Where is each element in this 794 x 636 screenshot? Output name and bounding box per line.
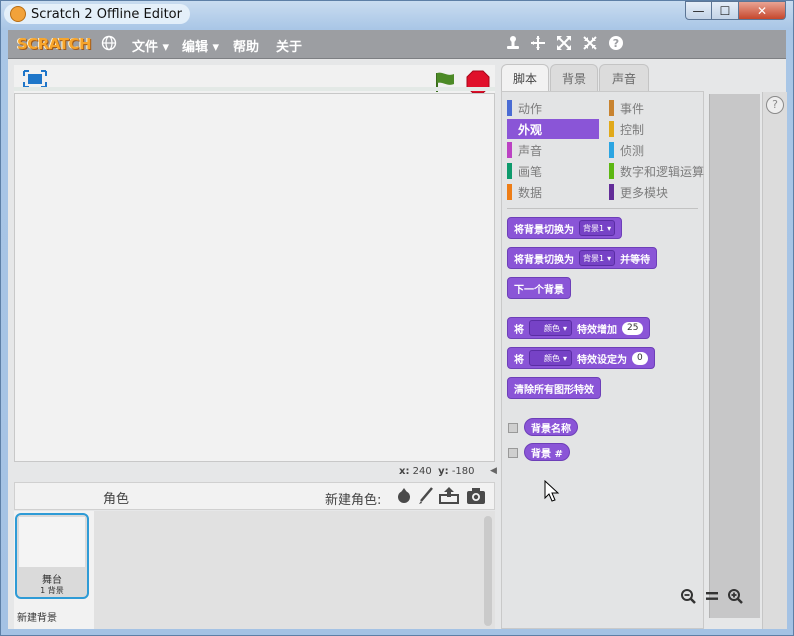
script-area[interactable] — [709, 94, 760, 618]
block-label: 下一个背景 — [514, 284, 564, 296]
sprite-list-area[interactable] — [94, 511, 495, 629]
category-sound[interactable]: 声音 — [507, 140, 599, 160]
mouse-coordinates: x: 240 y: -180 — [399, 466, 475, 477]
effect-set-input[interactable]: 0 — [632, 351, 648, 365]
menu-help[interactable]: 帮助 — [233, 36, 259, 55]
title-pill: Scratch 2 Offline Editor — [4, 4, 190, 24]
block-label: 清除所有图形特效 — [514, 384, 594, 396]
backdrop-number-checkbox[interactable] — [508, 448, 518, 458]
stage-canvas[interactable] — [14, 93, 495, 462]
block-switch-backdrop[interactable]: 将背景切换为 背景1 ▾ — [507, 217, 623, 239]
category-color-swatch — [609, 142, 614, 158]
block-label: 将 — [514, 354, 524, 366]
new-sprite-label: 新建角色: — [325, 493, 382, 508]
category-looks[interactable]: 外观 — [507, 119, 599, 139]
backdrop-dropdown[interactable]: 背景1 ▾ — [579, 220, 616, 236]
category-operators[interactable]: 数字和逻辑运算 — [609, 161, 709, 181]
stage-toolbar-divider — [14, 87, 495, 91]
maximize-button[interactable]: ☐ — [711, 1, 739, 20]
choose-sprite-icon[interactable] — [395, 487, 413, 509]
upload-sprite-icon[interactable] — [439, 486, 459, 508]
block-next-backdrop[interactable]: 下一个背景 — [507, 277, 571, 299]
paint-sprite-icon[interactable] — [417, 487, 435, 509]
globe-icon[interactable] — [100, 35, 118, 53]
menu-file[interactable]: 文件 ▾ — [132, 36, 169, 55]
palette-divider — [507, 208, 698, 209]
sprites-title: 角色 — [103, 492, 130, 507]
sprite-pane-header: 角色 新建角色: — [14, 482, 495, 510]
stage-thumbnail-image — [19, 517, 85, 567]
close-button[interactable]: ✕ — [738, 1, 786, 20]
block-label-suffix: 并等待 — [620, 254, 651, 266]
category-color-swatch — [507, 100, 512, 116]
backdrop-name-checkbox[interactable] — [508, 423, 518, 433]
block-label: 将背景切换为 — [514, 224, 574, 236]
category-color-swatch — [507, 184, 512, 200]
grow-icon[interactable] — [555, 35, 573, 53]
tab-backdrops[interactable]: 背景 — [550, 64, 598, 91]
block-label: 将 — [514, 324, 524, 336]
category-color-swatch — [609, 184, 614, 200]
block-label: 特效设定为 — [577, 354, 628, 366]
block-clear-graphic-effects[interactable]: 清除所有图形特效 — [507, 377, 601, 399]
minimize-button[interactable]: — — [685, 1, 712, 20]
category-events[interactable]: 事件 — [609, 98, 701, 118]
category-color-swatch — [609, 121, 614, 137]
scratch-logo[interactable]: SCRATCH — [17, 35, 92, 53]
zoom-out-icon[interactable] — [680, 588, 696, 604]
category-color-swatch — [507, 163, 512, 179]
effect-dropdown[interactable]: 颜色 ▾ — [529, 350, 573, 366]
stage-backdrop-count: 1 背景 — [40, 586, 64, 595]
window-title: Scratch 2 Offline Editor — [31, 6, 182, 22]
zoom-reset-icon[interactable] — [704, 588, 720, 604]
svg-text:?: ? — [613, 37, 619, 50]
shrink-icon[interactable] — [581, 35, 599, 53]
category-control[interactable]: 控制 — [609, 119, 701, 139]
script-area-edge — [762, 92, 787, 629]
duplicate-icon[interactable] — [504, 35, 522, 53]
camera-sprite-icon[interactable] — [466, 487, 486, 509]
help-bubble-icon[interactable]: ? — [766, 96, 784, 114]
collapse-stage-icon[interactable]: ◀ — [490, 466, 500, 478]
menu-about[interactable]: 关于 — [276, 36, 302, 55]
category-color-swatch — [609, 100, 614, 116]
mouse-cursor-icon — [544, 479, 560, 508]
category-sensing[interactable]: 侦测 — [609, 140, 701, 160]
category-color-swatch — [507, 121, 512, 137]
block-change-effect[interactable]: 将 颜色 ▾ 特效增加 25 — [507, 317, 651, 339]
block-label: 背景名称 — [531, 423, 571, 435]
block-set-effect[interactable]: 将 颜色 ▾ 特效设定为 0 — [507, 347, 655, 369]
reporter-backdrop-name[interactable]: 背景名称 — [524, 418, 578, 436]
stage-name: 舞台 — [42, 575, 62, 586]
help-icon[interactable]: ? — [607, 35, 625, 53]
title-bar[interactable]: Scratch 2 Offline Editor — ☐ ✕ — [0, 0, 794, 28]
tab-sounds[interactable]: 声音 — [599, 64, 649, 91]
new-backdrop-label: 新建背景 — [17, 613, 57, 624]
stage-toolbar: v444 — [14, 65, 495, 101]
category-data[interactable]: 数据 — [507, 182, 599, 202]
menu-edit[interactable]: 编辑 ▾ — [182, 36, 219, 55]
menu-bar: SCRATCH 文件 ▾ 编辑 ▾ 帮助 关于 ? — [8, 30, 786, 59]
effect-dropdown[interactable]: 颜色 ▾ — [529, 320, 573, 336]
category-pen[interactable]: 画笔 — [507, 161, 599, 181]
effect-change-input[interactable]: 25 — [622, 321, 644, 335]
zoom-in-icon[interactable] — [727, 588, 743, 604]
tab-scripts[interactable]: 脚本 — [501, 64, 549, 92]
category-color-swatch — [609, 163, 614, 179]
reporter-backdrop-number[interactable]: 背景 # — [524, 443, 570, 461]
backdrop-dropdown[interactable]: 背景1 ▾ — [579, 250, 616, 266]
scratch-app-icon — [10, 6, 26, 22]
block-switch-backdrop-and-wait[interactable]: 将背景切换为 背景1 ▾ 并等待 — [507, 247, 658, 269]
block-label: 背景 # — [531, 448, 563, 460]
cut-icon[interactable] — [529, 35, 547, 53]
sprite-list-scrollbar[interactable] — [484, 516, 492, 626]
category-color-swatch — [507, 142, 512, 158]
block-label: 特效增加 — [577, 324, 618, 336]
block-label: 将背景切换为 — [514, 254, 574, 266]
category-motion[interactable]: 动作 — [507, 98, 599, 118]
stage-thumbnail[interactable]: 舞台 1 背景 — [15, 513, 89, 599]
category-more-blocks[interactable]: 更多模块 — [609, 182, 701, 202]
